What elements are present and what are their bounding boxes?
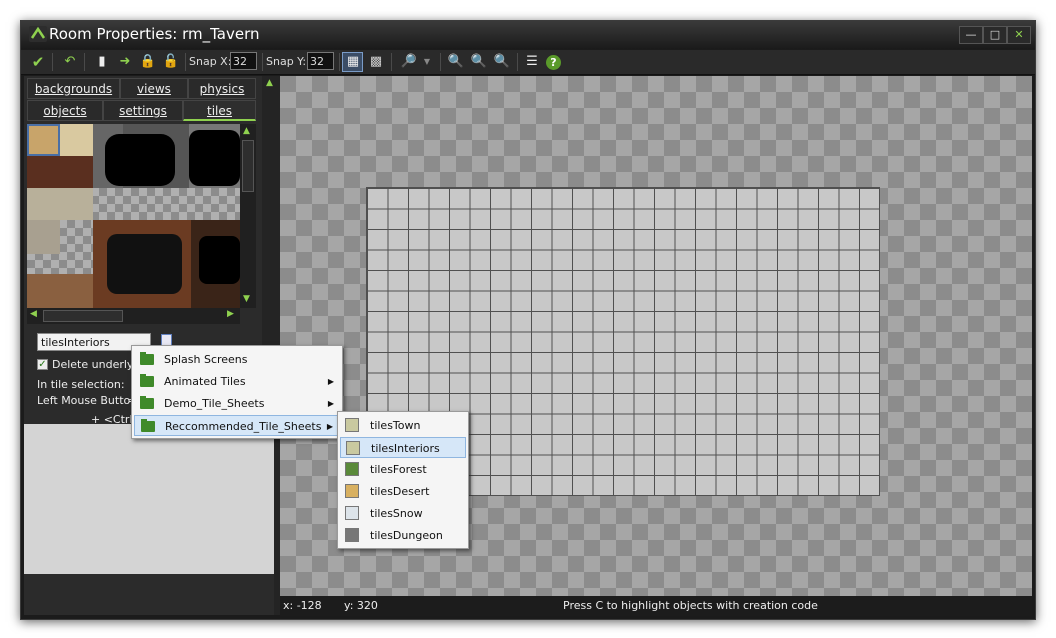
submenu-item-label: tilesInteriors bbox=[371, 442, 440, 455]
toolbar-separator bbox=[262, 53, 263, 71]
room-properties-window: Room Properties: rm_Tavern — □ ✕ ✔ ↶ ▮ ➜… bbox=[20, 20, 1036, 620]
menu-item-animated-tiles[interactable]: Animated Tiles ▶ bbox=[134, 371, 340, 392]
chevron-down-icon[interactable]: ▼ bbox=[418, 53, 436, 71]
maximize-button[interactable]: □ bbox=[983, 26, 1007, 44]
menu-item-label: Splash Screens bbox=[164, 353, 248, 366]
tileset-image bbox=[27, 124, 240, 308]
toolbar-separator bbox=[339, 53, 340, 71]
tile-sheet-context-menu: Splash Screens Animated Tiles ▶ Demo_Til… bbox=[131, 345, 343, 439]
submenu-item-label: tilesSnow bbox=[370, 507, 423, 520]
toolbar-separator bbox=[391, 53, 392, 71]
submenu-item-tiles-forest[interactable]: tilesForest bbox=[340, 459, 466, 480]
close-button[interactable]: ✕ bbox=[1007, 26, 1031, 44]
zoom-dropdown-icon[interactable]: 🔎 bbox=[400, 53, 418, 71]
snap-x-input[interactable]: 32 bbox=[230, 52, 257, 70]
menu-item-splash-screens[interactable]: Splash Screens bbox=[134, 349, 340, 370]
tileset-vertical-scrollbar[interactable]: ▲ ▼ bbox=[240, 124, 256, 308]
toolbar-separator bbox=[517, 53, 518, 71]
status-y-coordinate: y: 320 bbox=[344, 599, 378, 612]
grid-icon[interactable]: ▦ bbox=[344, 53, 362, 71]
menu-item-demo-tile-sheets[interactable]: Demo_Tile_Sheets ▶ bbox=[134, 393, 340, 414]
tileset-thumbnail-icon bbox=[345, 484, 359, 498]
isometric-grid-icon[interactable]: ▩ bbox=[367, 53, 385, 71]
toolbar-separator bbox=[185, 53, 186, 71]
gamemaker-app-icon bbox=[29, 26, 47, 42]
menu-item-label: Reccommended_Tile_Sheets bbox=[165, 420, 322, 433]
tile-info-area bbox=[24, 424, 274, 574]
minimize-button[interactable]: — bbox=[959, 26, 983, 44]
snap-x-label: Snap X: bbox=[189, 55, 232, 68]
zoom-reset-icon[interactable]: 🔍 bbox=[470, 53, 488, 71]
in-tile-selection-label: In tile selection: bbox=[37, 378, 125, 391]
scroll-left-arrow-icon[interactable]: ◀ bbox=[30, 309, 37, 319]
scroll-down-arrow-icon[interactable]: ▼ bbox=[243, 294, 250, 304]
submenu-arrow-icon: ▶ bbox=[326, 422, 333, 431]
submenu-arrow-icon: ▶ bbox=[327, 377, 334, 386]
left-mouse-button-label: Left Mouse Button bbox=[37, 394, 138, 407]
menu-item-reccommended-tile-sheets[interactable]: Reccommended_Tile_Sheets ▶ bbox=[134, 415, 340, 436]
status-message: Press C to highlight objects with creati… bbox=[563, 599, 818, 612]
unlock-icon[interactable]: 🔓 bbox=[162, 53, 180, 71]
toolbar-separator bbox=[440, 53, 441, 71]
title-bar: Room Properties: rm_Tavern — □ ✕ bbox=[21, 21, 1035, 49]
tileset-thumbnail-icon bbox=[345, 506, 359, 520]
zoom-out-icon[interactable]: 🔍 bbox=[447, 53, 465, 71]
status-bar: x: -128 y: 320 Press C to highlight obje… bbox=[280, 596, 1032, 616]
tileset-thumbnail-icon bbox=[345, 418, 359, 432]
snap-y-input[interactable]: 32 bbox=[307, 52, 334, 70]
tab-physics[interactable]: physics bbox=[188, 78, 256, 99]
shift-arrow-icon[interactable]: ➜ bbox=[116, 53, 134, 71]
ok-check-icon[interactable]: ✔ bbox=[29, 53, 47, 71]
submenu-item-label: tilesForest bbox=[370, 463, 427, 476]
tile-sheet-submenu: tilesTown tilesInteriors tilesForest til… bbox=[337, 411, 469, 549]
submenu-item-tiles-snow[interactable]: tilesSnow bbox=[340, 503, 466, 524]
undo-icon[interactable]: ↶ bbox=[61, 53, 79, 71]
tab-views[interactable]: views bbox=[120, 78, 188, 99]
folder-icon bbox=[140, 396, 154, 409]
scroll-thumb[interactable] bbox=[43, 310, 123, 322]
submenu-item-label: tilesDungeon bbox=[370, 529, 443, 542]
scroll-right-arrow-icon[interactable]: ▶ bbox=[227, 309, 234, 319]
tileset-horizontal-scrollbar[interactable]: ◀ ▶ bbox=[27, 308, 240, 324]
tileset-thumbnail-icon bbox=[346, 441, 360, 455]
tab-backgrounds[interactable]: backgrounds bbox=[27, 78, 120, 99]
menu-item-label: Demo_Tile_Sheets bbox=[164, 397, 265, 410]
submenu-item-label: tilesDesert bbox=[370, 485, 430, 498]
tab-settings[interactable]: settings bbox=[103, 100, 183, 121]
window-title: Room Properties: rm_Tavern bbox=[49, 25, 260, 43]
lock-icon[interactable]: 🔒 bbox=[139, 53, 157, 71]
scroll-thumb[interactable] bbox=[242, 140, 254, 192]
folder-icon bbox=[140, 352, 154, 365]
folder-icon bbox=[141, 419, 155, 432]
list-icon[interactable]: ☰ bbox=[523, 53, 541, 71]
folder-icon bbox=[140, 374, 154, 387]
toolbar-separator bbox=[84, 53, 85, 71]
submenu-item-label: tilesTown bbox=[370, 419, 421, 432]
delete-underlying-checkbox[interactable]: ✓ bbox=[37, 359, 48, 370]
submenu-item-tiles-desert[interactable]: tilesDesert bbox=[340, 481, 466, 502]
toolbar: ✔ ↶ ▮ ➜ 🔒 🔓 Snap X: 32 Snap Y: 32 ▦ ▩ 🔎 … bbox=[21, 50, 1035, 75]
tab-objects[interactable]: objects bbox=[27, 100, 103, 121]
zoom-in-icon[interactable]: 🔍 bbox=[493, 53, 511, 71]
left-panel-footer bbox=[24, 574, 274, 615]
scroll-up-arrow-icon[interactable]: ▲ bbox=[243, 126, 250, 136]
tileset-thumbnail-icon bbox=[345, 462, 359, 476]
toolbar-separator bbox=[52, 53, 53, 71]
menu-item-label: Animated Tiles bbox=[164, 375, 246, 388]
splitter-up-arrow-icon[interactable]: ▲ bbox=[266, 78, 273, 88]
tileset-preview[interactable] bbox=[27, 124, 240, 308]
status-x-coordinate: x: -128 bbox=[283, 599, 322, 612]
help-icon[interactable]: ? bbox=[546, 55, 561, 70]
submenu-item-tiles-town[interactable]: tilesTown bbox=[340, 415, 466, 436]
snap-y-label: Snap Y: bbox=[266, 55, 307, 68]
tab-tiles[interactable]: tiles bbox=[183, 100, 256, 121]
tileset-thumbnail-icon bbox=[345, 528, 359, 542]
submenu-arrow-icon: ▶ bbox=[327, 399, 334, 408]
submenu-item-tiles-dungeon[interactable]: tilesDungeon bbox=[340, 525, 466, 546]
submenu-item-tiles-interiors[interactable]: tilesInteriors bbox=[340, 437, 466, 458]
new-page-icon[interactable]: ▮ bbox=[93, 53, 111, 71]
